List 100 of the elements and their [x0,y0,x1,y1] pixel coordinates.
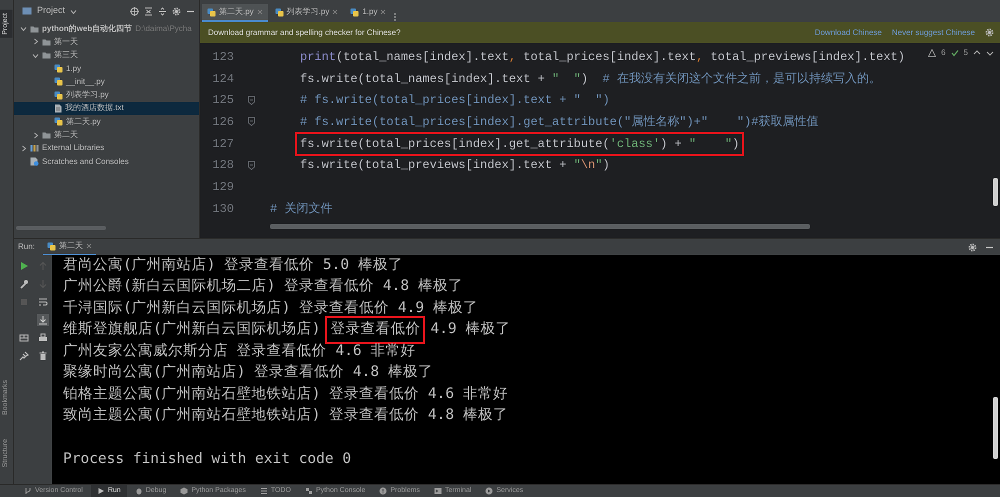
list-icon [260,487,268,495]
more-icon[interactable] [393,12,398,22]
console-text: 聚缘时尚公寓(广州南站店) 登录查看低价 4.8 棒极了 [63,362,433,382]
console-text: 登录查看低价 [328,319,422,342]
printer-icon[interactable] [38,333,48,343]
branch-icon [24,487,32,495]
python-file-icon [350,8,360,16]
editor-tab[interactable]: 列表学习.py [270,4,344,22]
crosshair-icon[interactable] [130,6,139,16]
code-line: fs.write(total_previews[index].text + "\n") [299,157,611,174]
console-text: 维斯登旗舰店(广州新白云国际机场店) [63,320,320,340]
scrollbar[interactable] [270,224,810,228]
settings-icon[interactable] [968,242,977,252]
trash-icon[interactable] [38,351,48,361]
wrench-icon[interactable] [18,279,28,289]
tree-item[interactable]: 第一天 [14,35,199,49]
editor-tab[interactable]: 第二天.py [202,4,268,22]
python-file-icon [274,8,284,16]
python-file-icon [46,242,56,250]
code-line: # fs.write(total_prices[index].get_attribute("属性名称")+" ")#获取属性值 [299,114,820,131]
close-icon[interactable] [86,243,92,249]
notification-link[interactable]: Download Chinese [814,26,882,38]
tree-label: 列表学习.py [66,89,109,102]
close-icon[interactable] [380,9,386,15]
notification-text: Download grammar and spelling checker for Chinese? [208,26,401,38]
tree-label: 第一天 [54,36,78,48]
scrollbar[interactable] [993,397,998,459]
console-text: 广州公爵(新白云国际机场二店) 登录查看低价 4.8 棒极了 [63,276,463,296]
tree-item[interactable]: __init__.py [14,75,199,88]
close-icon[interactable] [332,9,338,15]
collapse-all-icon[interactable] [144,6,153,16]
tree-label: 第二天 [54,129,78,142]
python-file-icon [54,117,63,126]
layout-icon[interactable] [18,333,28,343]
console-text: 4.9 棒极了 [430,320,510,340]
settings-icon[interactable] [172,6,181,16]
tree-item[interactable]: Scratches and Consoles [14,154,199,168]
warning-icon [928,49,936,57]
line-number: 125 [211,92,234,110]
check-icon [950,49,959,57]
code-line: fs.write(total_names[index].text + " ") # 在我没有关闭这个文件之前，是可以持续写入的。 [299,70,882,88]
console-text: 广州友家公寓威尔斯分店 登录查看低价 4.6 非常好 [63,342,416,361]
line-number: 127 [211,136,234,153]
wrap-icon[interactable] [38,297,48,307]
tree-label: 第三天 [54,49,78,62]
tree-item[interactable]: 列表学习.py [14,88,199,102]
fold-marker-icon[interactable] [248,160,254,170]
library-icon [30,144,39,152]
console-text: 君尚公寓(广州南站店) 登录查看低价 5.0 棒极了 [63,256,403,275]
code-line: fs.write(total_prices[index].get_attribute('class') + " ") [298,134,742,153]
settings-icon[interactable] [985,28,994,37]
chevron-down-icon[interactable] [20,25,27,32]
play-icon [96,487,105,495]
tree-item[interactable]: python的web自动化四节 D:\daima\Pycha [14,22,199,36]
tree-label: 我的酒店数据.txt [65,102,124,114]
line-number: 124 [211,70,234,88]
tree-item[interactable]: 第二天 [14,128,199,142]
console-text: 铂格主题公寓(广州南站石壁地铁站店) 登录查看低价 4.6 非常好 [63,384,508,404]
tree-item[interactable]: 第三天 [14,48,199,62]
tree-item[interactable]: 我的酒店数据.txt [14,102,199,116]
scrollbar[interactable] [993,178,998,206]
line-number: 123 [211,48,234,66]
tree-label: External Libraries [42,142,104,154]
editor-tab[interactable]: 1.py [345,4,392,22]
chevron-down-icon[interactable] [32,52,39,59]
expand-all-icon[interactable] [158,6,167,16]
path-label: D:\daima\Pycha [135,22,192,35]
scroll-to-end-icon[interactable] [36,314,48,326]
panel-icon [22,7,32,15]
tree-label: 第二天.py [66,116,101,128]
passed-count: 5 [964,47,968,59]
tree-label: python的web自动化四节 [42,22,132,35]
stack-icon [180,487,188,495]
console-text: 千浔国际(广州新白云国际机场店) 登录查看低价 4.9 棒极了 [63,298,478,318]
tree-item[interactable]: 1.py [14,62,199,76]
tree-item[interactable]: 第二天.py [14,115,199,128]
fold-marker-icon[interactable] [248,117,254,126]
tree-label: 1.py [66,62,82,75]
tree-label: __init__.py [66,76,105,88]
folder-icon [42,131,51,140]
text-file-icon [54,104,62,113]
console-text: Process finished with exit code 0 [63,450,352,469]
warning-count: 6 [941,47,946,59]
dropdown-icon[interactable] [70,8,78,14]
code-line: # fs.write(total_prices[index].text + " ") [299,92,611,110]
code-line: print(total_names[index].text, total_prices[index].text, total_previews[index].text) [299,48,906,66]
run-label: Run: [18,241,35,253]
tree-item[interactable]: External Libraries [14,142,199,155]
code-line: # 关闭文件 [269,200,334,218]
console-text: 致尚主题公寓(广州南站石壁地铁站店) 登录查看低价 4.8 棒极了 [63,406,508,426]
line-number: 129 [211,178,234,196]
line-number: 130 [211,200,234,218]
python-file-icon [207,8,216,16]
tree-label: Scratches and Consoles [42,156,129,168]
panel-title[interactable]: Project [37,4,66,18]
chevron-right-icon[interactable] [32,38,39,46]
fold-marker-icon[interactable] [248,96,254,105]
notification-link[interactable]: Never suggest Chinese [892,26,975,38]
play-icon[interactable] [18,261,28,271]
line-number: 128 [211,157,234,174]
